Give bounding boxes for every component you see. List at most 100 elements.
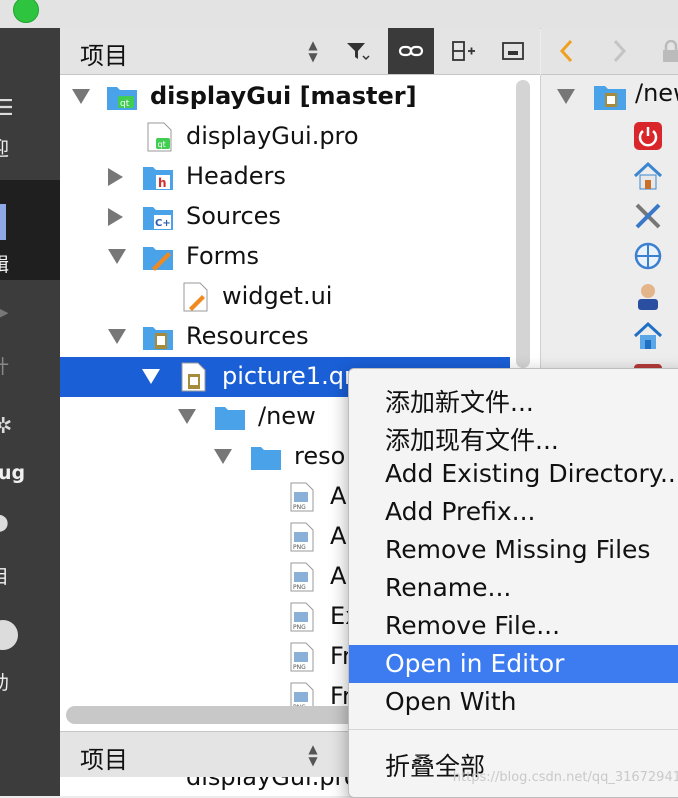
menu-separator	[349, 729, 678, 730]
project-view-selector[interactable]: 项目	[80, 36, 128, 71]
watermark: https://blog.csdn.net/qq_31672941	[452, 770, 678, 785]
svg-text:PNG: PNG	[293, 504, 306, 511]
mode-label: 计	[0, 352, 9, 379]
mode-label: 助	[0, 668, 9, 695]
svg-text:C+: C+	[155, 218, 171, 229]
mode-label: ug	[0, 462, 26, 484]
lock-icon[interactable]	[661, 40, 678, 64]
png-file-icon: PNG	[290, 602, 314, 632]
mode-label: 辑	[0, 250, 9, 277]
qt-file-icon: qt	[147, 122, 172, 152]
project-name: displayGui [master]	[150, 82, 417, 110]
png-file-icon: PNG	[290, 522, 314, 552]
wrench-icon: ◗	[0, 510, 9, 535]
collapse-arrow-icon[interactable]	[178, 409, 196, 424]
tree-row-forms[interactable]: Forms	[60, 237, 510, 277]
menu-item-remove-file[interactable]: Remove File...	[349, 607, 678, 645]
png-file-icon: PNG	[290, 482, 314, 512]
tree-row-headers[interactable]: h Headers	[60, 157, 510, 197]
menu-icon: ☰	[0, 96, 14, 121]
svg-text:PNG: PNG	[293, 584, 306, 591]
context-menu: 添加新文件... 添加现有文件... Add Existing Director…	[348, 368, 678, 798]
tree-row-resources[interactable]: Resources	[60, 317, 510, 357]
home-blue-icon	[633, 321, 663, 349]
file-name[interactable]: displayGui.pro	[186, 777, 359, 791]
bug-icon: ✲	[0, 414, 13, 439]
mode-design[interactable]: ▸ 计	[0, 290, 60, 380]
collapse-arrow-icon[interactable]	[142, 369, 160, 384]
file-name: A	[330, 522, 347, 550]
split-button[interactable]	[440, 28, 486, 74]
close-panel-button[interactable]	[490, 28, 536, 74]
collapse-arrow-icon[interactable]	[108, 329, 126, 344]
split-add-icon	[452, 41, 475, 61]
qt-project-folder-icon: qt	[107, 87, 137, 110]
back-arrow-icon[interactable]	[557, 38, 577, 64]
help-icon	[0, 620, 18, 650]
menu-item-add-new-file[interactable]: 添加新文件...	[349, 379, 678, 417]
sync-link-button[interactable]	[388, 28, 434, 74]
filter-button[interactable]	[334, 28, 380, 74]
mode-sidebar: ☰ 迎 辑 ▸ 计 ✲ ug ◗ 目 助	[0, 28, 60, 796]
group-name: Resources	[186, 322, 309, 350]
png-file-icon: PNG	[290, 562, 314, 592]
ui-file-icon	[183, 282, 208, 312]
expand-arrow-icon[interactable]	[108, 208, 123, 226]
svg-text:PNG: PNG	[293, 624, 306, 631]
menu-item-rename[interactable]: Rename...	[349, 569, 678, 607]
group-name: Forms	[186, 242, 259, 270]
collapse-arrow-icon[interactable]	[214, 449, 232, 464]
link-icon	[398, 45, 424, 57]
tree-row-root[interactable]: qt displayGui [master]	[60, 77, 510, 117]
scrollbar-thumb[interactable]	[516, 80, 530, 368]
menu-item-remove-missing-files[interactable]: Remove Missing Files	[349, 531, 678, 569]
updown-icon[interactable]: ▲ ▼	[306, 39, 320, 63]
folder-name: reso	[294, 442, 346, 470]
group-name: Headers	[186, 162, 286, 190]
folder-icon	[215, 407, 245, 430]
expand-arrow-icon[interactable]	[557, 89, 575, 104]
folder-lock-icon	[594, 86, 626, 110]
mode-label: 迎	[0, 134, 9, 161]
file-name: A	[330, 482, 347, 510]
prefix-path[interactable]: /new	[635, 79, 678, 107]
mode-help[interactable]: 助	[0, 614, 60, 704]
mode-label: 目	[0, 562, 9, 589]
home-icon	[633, 161, 663, 190]
file-name: A	[330, 562, 347, 590]
sources-folder-icon: C+	[143, 207, 173, 230]
collapse-arrow-icon[interactable]	[108, 249, 126, 264]
prefix-name: /new	[258, 402, 316, 430]
edit-icon	[0, 204, 6, 240]
updown-icon[interactable]: ▲ ▼	[306, 743, 320, 767]
menu-item-add-existing-files[interactable]: 添加现有文件...	[349, 417, 678, 455]
tree-row-form-file[interactable]: widget.ui	[60, 277, 510, 317]
panel-icon	[502, 42, 524, 60]
project-view-selector[interactable]: 项目	[80, 740, 128, 775]
forms-folder-icon	[143, 247, 173, 271]
editor-nav-header	[541, 28, 678, 75]
menu-item-add-existing-directory[interactable]: Add Existing Directory...	[349, 455, 678, 493]
window-title-bar	[0, 0, 678, 29]
tree-row-sources[interactable]: C+ Sources	[60, 197, 510, 237]
user-icon	[638, 284, 658, 310]
mode-debug[interactable]: ✲ ug	[0, 408, 60, 498]
expand-arrow-icon[interactable]	[108, 168, 123, 186]
tree-row-pro-file[interactable]: qt displayGui.pro	[60, 117, 510, 157]
menu-item-open-with[interactable]: Open With	[349, 683, 678, 721]
png-file-icon: PNG	[290, 642, 314, 672]
power-icon	[634, 122, 662, 150]
mode-welcome[interactable]: ☰ 迎	[0, 88, 60, 178]
menu-item-add-prefix[interactable]: Add Prefix...	[349, 493, 678, 531]
forward-arrow-icon[interactable]	[609, 38, 629, 64]
horizontal-scrollbar[interactable]	[66, 706, 366, 724]
network-icon	[634, 242, 662, 270]
menu-item-open-in-editor[interactable]: Open in Editor	[349, 645, 678, 683]
collapse-arrow-icon[interactable]	[72, 89, 90, 104]
group-name: Sources	[186, 202, 281, 230]
mode-projects[interactable]: ◗ 目	[0, 508, 60, 598]
resources-folder-icon	[143, 327, 173, 350]
mode-edit[interactable]: 辑	[0, 180, 60, 280]
window-zoom-button[interactable]	[13, 0, 39, 23]
folder-icon	[251, 447, 281, 470]
